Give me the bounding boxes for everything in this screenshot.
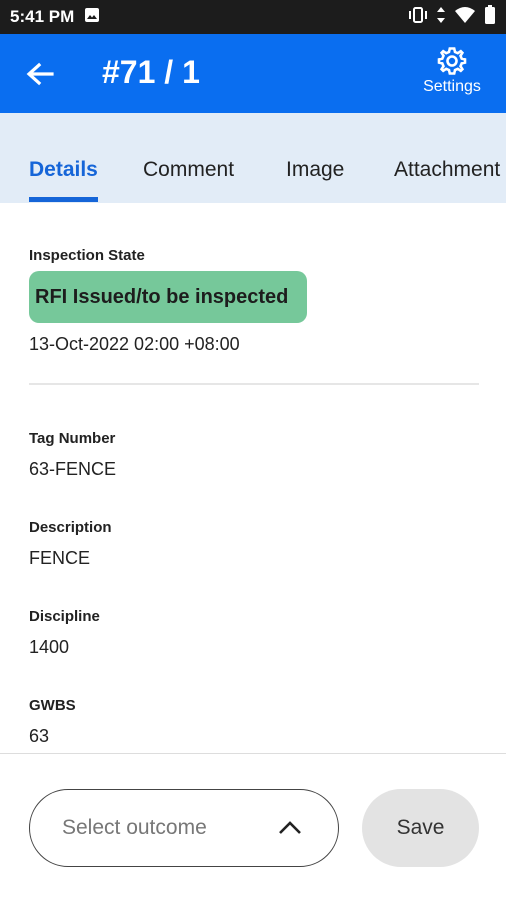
outcome-select[interactable]: Select outcome [29,789,339,867]
chevron-up-icon [279,821,301,834]
description-value: FENCE [29,548,91,568]
data-arrows-icon [436,6,446,29]
inspection-datetime: 13-Oct-2022 02:00 +08:00 [29,334,240,354]
status-left: 5:41 PM [10,7,100,28]
discipline-label: Discipline [29,608,100,625]
back-button[interactable] [22,56,58,92]
settings-label: Settings [423,78,481,95]
tab-attachment[interactable]: Attachment [394,158,500,182]
arrow-left-icon [26,62,54,86]
description-label: Description [29,519,112,536]
app-bar: #71 / 1 Settings [0,34,506,113]
footer-divider [0,753,506,754]
tab-image[interactable]: Image [286,158,344,182]
battery-icon [484,4,496,30]
settings-button[interactable]: Settings [406,46,498,96]
gwbs-label: GWBS [29,697,76,714]
details-content[interactable]: Inspection State RFI Issued/to be inspec… [0,203,506,753]
tag-number-value: 63-FENCE [29,459,117,479]
tab-comment[interactable]: Comment [143,158,234,182]
tab-bar: Details Comment Image Attachment [0,113,506,203]
active-tab-indicator [29,197,98,202]
gallery-notification-icon [84,7,100,28]
page-title: #71 / 1 [102,54,200,90]
outcome-placeholder: Select outcome [62,816,207,839]
gear-icon [437,47,467,75]
save-button[interactable]: Save [362,789,479,867]
status-bar: 5:41 PM [0,0,506,34]
status-right [408,4,496,30]
wifi-icon [454,6,476,29]
section-divider [29,383,479,385]
tag-number-label: Tag Number [29,430,116,447]
tab-details[interactable]: Details [29,158,98,182]
discipline-value: 1400 [29,637,70,657]
vibrate-icon [408,6,428,29]
inspection-state-badge: RFI Issued/to be inspected [29,271,307,323]
status-time: 5:41 PM [10,7,75,26]
inspection-state-label: Inspection State [29,247,145,264]
gwbs-value: 63 [29,726,50,746]
